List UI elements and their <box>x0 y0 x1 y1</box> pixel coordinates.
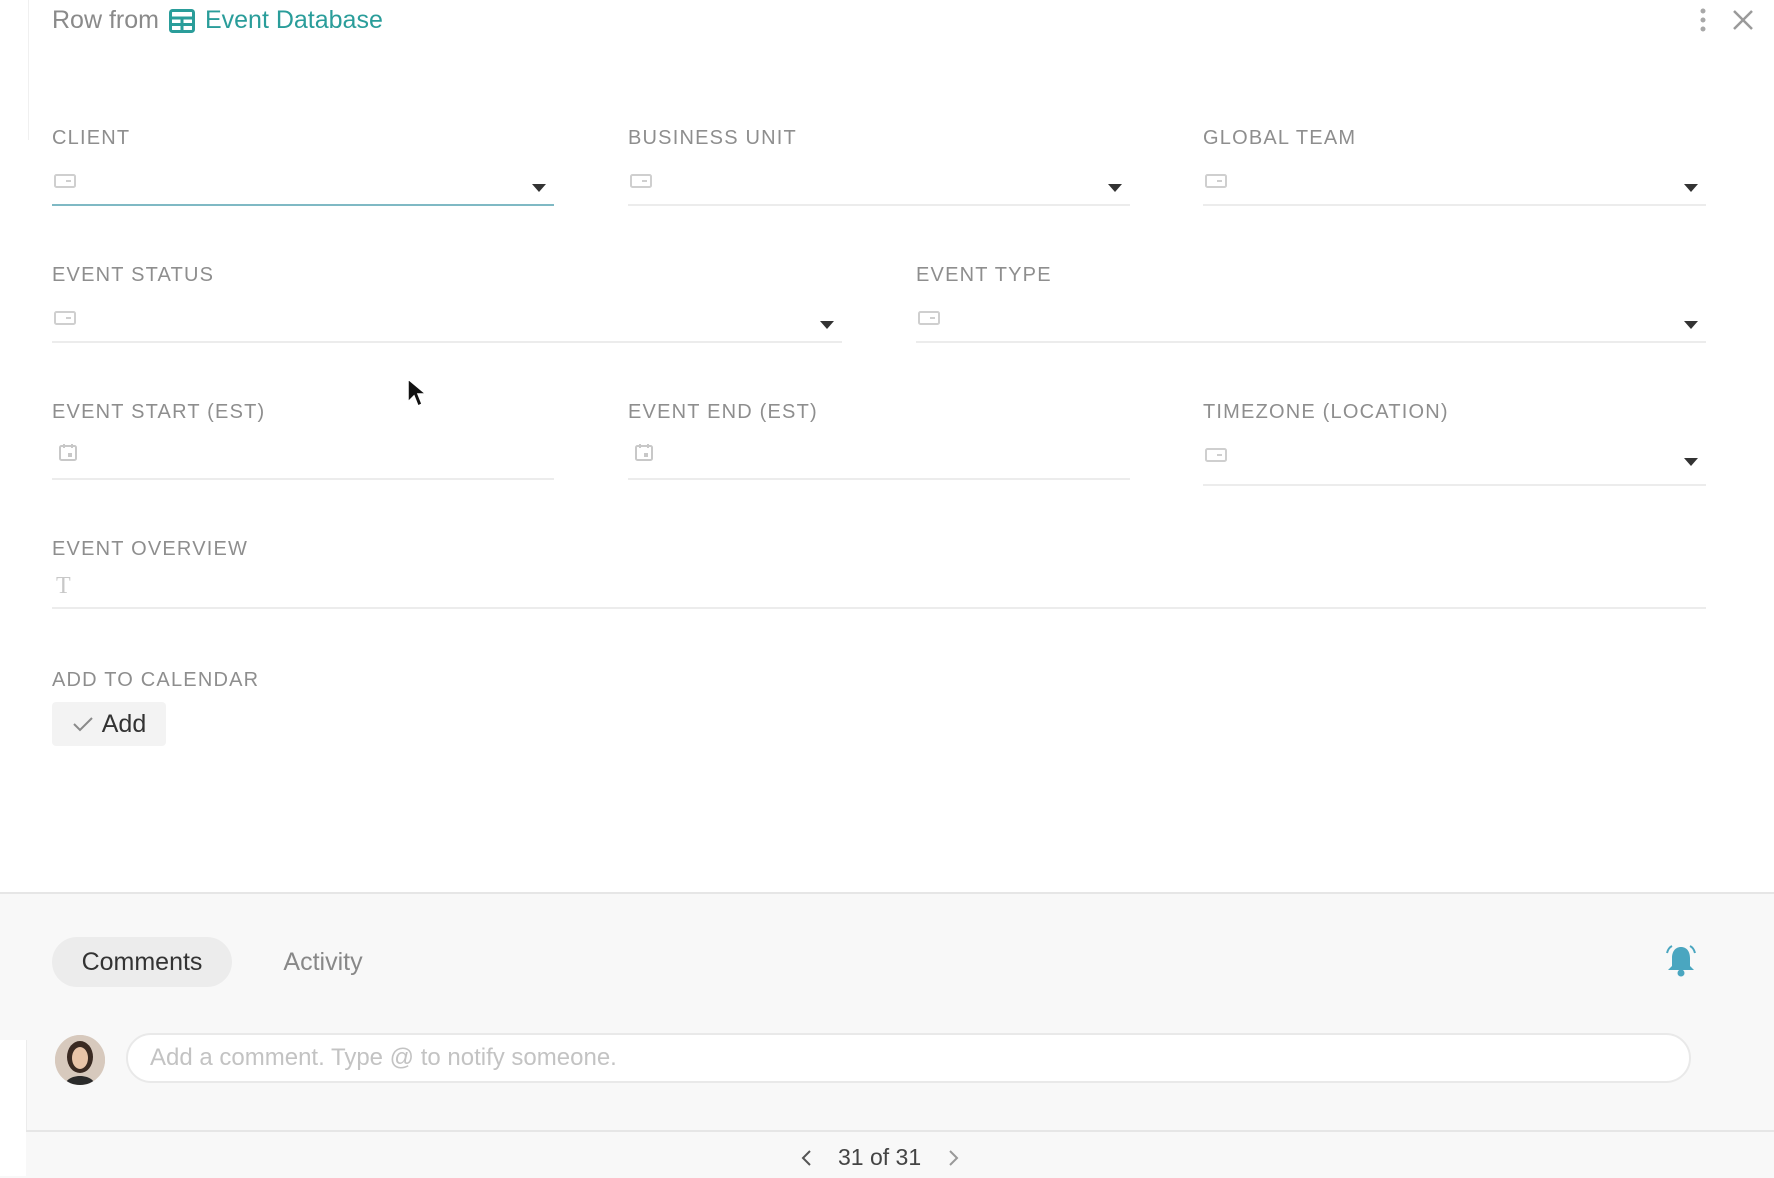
row-from-label: Row from <box>52 6 159 34</box>
client-select[interactable] <box>52 158 554 206</box>
dropdown-caret-icon <box>1684 321 1698 329</box>
dropdown-caret-icon <box>532 184 546 192</box>
close-icon[interactable] <box>1727 4 1759 36</box>
event-overview-textarea[interactable]: T <box>52 569 1706 609</box>
select-field-icon <box>630 174 652 188</box>
event-status-select[interactable] <box>52 295 842 343</box>
dropdown-caret-icon <box>1684 184 1698 192</box>
tab-comments[interactable]: Comments <box>52 937 232 987</box>
select-field-icon <box>1205 448 1227 462</box>
pager-count: 31 of 31 <box>838 1144 922 1170</box>
select-field-icon <box>54 174 76 188</box>
dropdown-caret-icon <box>820 321 834 329</box>
event-start-date-input[interactable] <box>52 432 554 480</box>
event-end-date-input[interactable] <box>628 432 1130 480</box>
business-unit-label: BUSINESS UNIT <box>628 127 797 149</box>
breadcrumb: Row from Event Database <box>52 6 383 35</box>
checkmark-icon <box>73 717 93 732</box>
chevron-right-icon[interactable] <box>946 1148 960 1168</box>
add-to-calendar-button[interactable]: Add <box>52 702 166 746</box>
event-overview-label: EVENT OVERVIEW <box>52 538 249 560</box>
select-field-icon <box>918 311 940 325</box>
database-link[interactable]: Event Database <box>168 6 383 35</box>
text-icon: T <box>56 573 71 599</box>
database-name: Event Database <box>204 6 383 34</box>
bell-icon[interactable] <box>1663 943 1699 979</box>
event-end-label: EVENT END (EST) <box>628 401 818 423</box>
event-status-label: EVENT STATUS <box>52 264 215 286</box>
comment-input[interactable] <box>126 1033 1691 1083</box>
dropdown-caret-icon <box>1108 184 1122 192</box>
add-button-label: Add <box>101 709 147 738</box>
select-field-icon <box>1205 174 1227 188</box>
business-unit-select[interactable] <box>628 158 1130 206</box>
mouse-cursor-icon <box>407 378 427 408</box>
calendar-icon <box>635 444 653 461</box>
timezone-label: TIMEZONE (LOCATION) <box>1203 401 1449 423</box>
global-team-select[interactable] <box>1203 158 1706 206</box>
avatar <box>55 1035 105 1085</box>
event-type-select[interactable] <box>916 295 1706 343</box>
left-edge-strip <box>0 1040 27 1176</box>
dropdown-caret-icon <box>1684 458 1698 466</box>
timezone-select[interactable] <box>1203 432 1706 486</box>
global-team-label: GLOBAL TEAM <box>1203 127 1357 149</box>
add-to-calendar-label: ADD TO CALENDAR <box>52 669 260 691</box>
event-type-label: EVENT TYPE <box>916 264 1052 286</box>
event-start-label: EVENT START (EST) <box>52 401 266 423</box>
table-icon <box>168 8 195 33</box>
more-vertical-icon[interactable] <box>1694 4 1712 36</box>
select-field-icon <box>54 311 76 325</box>
client-label: CLIENT <box>52 127 131 149</box>
calendar-icon <box>59 444 77 461</box>
left-edge-divider <box>0 0 29 140</box>
tab-activity[interactable]: Activity <box>258 937 388 987</box>
chevron-left-icon[interactable] <box>800 1148 814 1168</box>
